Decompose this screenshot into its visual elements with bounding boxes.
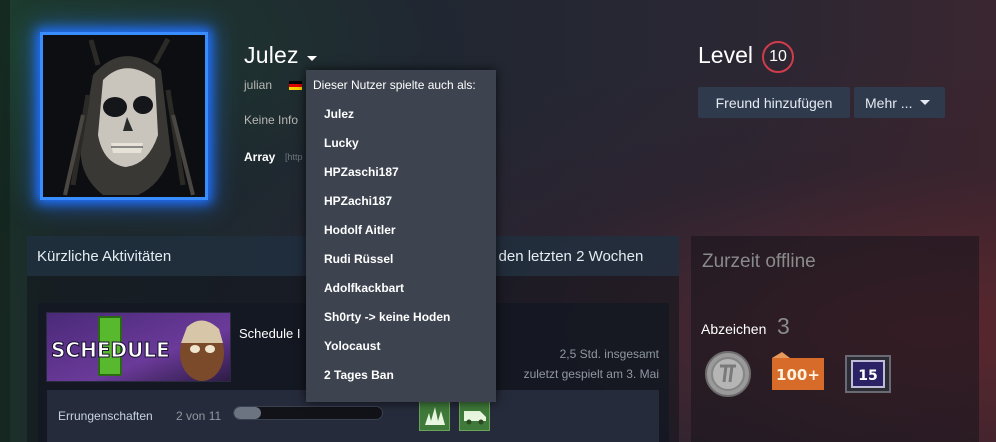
profile-summary: Keine Info <box>244 113 299 127</box>
alias-item: Julez <box>324 107 355 121</box>
game-total-playtime: 2,5 Std. insgesamt <box>559 347 659 361</box>
alias-item: HPZachi187 <box>324 194 393 208</box>
game-last-played: zuletzt gespielt am 3. Mai <box>523 367 659 381</box>
level-badge[interactable]: 10 <box>762 41 794 73</box>
real-name: julian <box>244 78 273 92</box>
achievements-count: 2 von 11 <box>176 409 222 423</box>
persona-name: Julez <box>244 42 299 68</box>
years-service-badge-text: 15 <box>858 368 877 384</box>
alias-dropdown-caret-icon[interactable] <box>307 56 317 61</box>
grass-icon[interactable] <box>419 400 450 431</box>
germany-flag-icon <box>289 81 302 90</box>
alias-item: Hodolf Aitler <box>324 223 396 237</box>
silver-coin-badge-icon[interactable] <box>702 350 754 398</box>
recent-activity-hours: n den letzten 2 Wochen <box>486 248 644 265</box>
badges-label[interactable]: Abzeichen <box>701 321 766 337</box>
achievements-label[interactable]: Errungenschaften <box>58 409 153 423</box>
game-name[interactable]: Schedule I <box>239 326 300 341</box>
more-button-label: Mehr ... <box>865 94 913 111</box>
100-plus-badge-icon[interactable]: 100+ <box>770 350 824 398</box>
alias-item: Adolfkackbart <box>324 281 405 295</box>
level-label: Level <box>698 42 753 68</box>
game-capsule-title: SCHEDULE <box>51 338 170 362</box>
more-button[interactable]: Mehr ... <box>854 87 945 118</box>
add-friend-button[interactable]: Freund hinzufügen <box>698 87 850 118</box>
van-icon[interactable] <box>459 400 490 431</box>
achievements-progress-fill <box>234 407 261 419</box>
game-capsule-image[interactable]: SCHEDULE <box>46 312 231 382</box>
alias-item: 2 Tages Ban <box>324 368 394 382</box>
summary-link[interactable]: [http <box>285 152 303 162</box>
alias-item: Rudi Rüssel <box>324 252 394 266</box>
alias-item: Sh0rty -> keine Hoden <box>324 310 451 324</box>
alias-item: Yolocaust <box>324 339 381 353</box>
left-edge <box>0 0 10 442</box>
recent-activity-title[interactable]: Kürzliche Aktivitäten <box>37 248 171 265</box>
alias-item: HPZaschi187 <box>324 165 399 179</box>
chevron-down-icon <box>920 100 931 105</box>
summary-array-label: Array <box>244 150 276 164</box>
alias-history-header: Dieser Nutzer spielte auch als: <box>313 78 476 92</box>
profile-avatar[interactable] <box>40 32 208 200</box>
alias-item: Lucky <box>324 136 359 150</box>
online-status: Zurzeit offline <box>702 251 816 272</box>
achievements-progress-bar <box>233 406 383 420</box>
years-service-badge-icon[interactable]: 15 <box>842 350 894 398</box>
100-plus-badge-text: 100+ <box>776 366 820 384</box>
badges-count[interactable]: 3 <box>777 313 790 340</box>
